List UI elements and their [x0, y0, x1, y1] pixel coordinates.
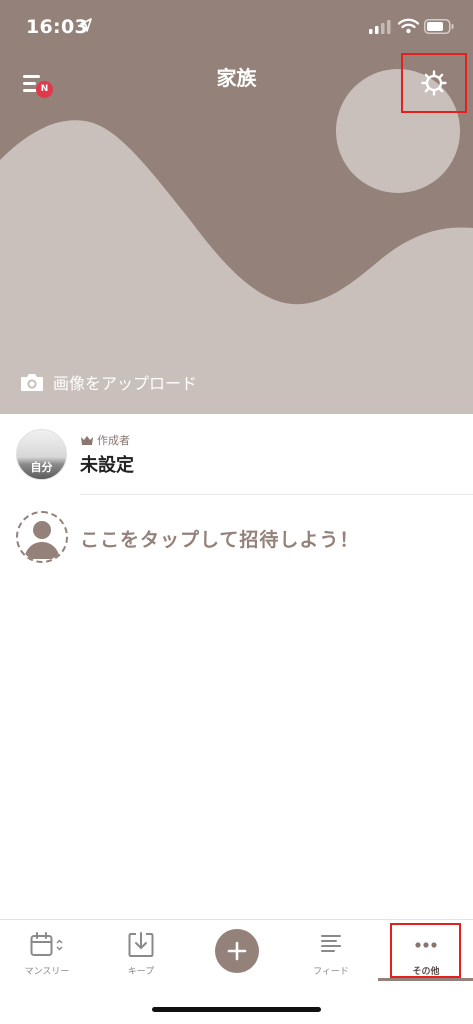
- tab-label: フィード: [313, 967, 349, 977]
- divider: [80, 494, 473, 495]
- tab-monthly[interactable]: マンスリー: [0, 920, 94, 982]
- tab-feed[interactable]: フィード: [284, 920, 378, 982]
- active-tab-indicator: [378, 978, 473, 981]
- more-icon: [415, 942, 437, 948]
- tab-label: その他: [412, 967, 440, 977]
- tab-more[interactable]: その他: [379, 920, 473, 982]
- camera-icon: [21, 374, 43, 391]
- battery-icon: [424, 19, 454, 34]
- download-icon: [128, 932, 154, 957]
- location-arrow-icon: [80, 18, 92, 32]
- upload-image-button[interactable]: 画像をアップロード: [20, 370, 197, 394]
- upload-image-label: 画像をアップロード: [53, 374, 198, 393]
- cellular-signal-icon: [369, 20, 391, 34]
- gear-icon: [421, 70, 447, 96]
- tab-label: マンスリー: [24, 967, 70, 977]
- wifi-icon: [398, 18, 419, 34]
- crown-icon: [81, 435, 93, 445]
- add-button[interactable]: [215, 929, 259, 973]
- invite-label: ここをタップして招待しよう！: [80, 529, 360, 551]
- cover-image-area[interactable]: 16:03 N 家族 画像をアップロード: [0, 0, 473, 414]
- status-bar: 16:03: [0, 0, 473, 56]
- role-label: 作成者: [97, 434, 130, 447]
- tab-label: キープ: [127, 967, 155, 977]
- plus-icon: [227, 941, 247, 961]
- creator-role: 作成者: [80, 432, 130, 448]
- list-icon: [321, 935, 341, 952]
- member-row[interactable]: 自分 作成者 未設定: [0, 414, 473, 496]
- home-indicator[interactable]: [152, 1007, 321, 1012]
- avatar-self-label: 自分: [30, 461, 53, 474]
- person-placeholder-icon: [16, 511, 68, 563]
- status-time: 16:03: [26, 16, 88, 38]
- invite-member-button[interactable]: ここをタップして招待しよう！: [0, 506, 473, 568]
- calendar-icon: [30, 932, 63, 956]
- member-name: 未設定: [80, 455, 134, 476]
- avatar: 自分: [16, 429, 67, 480]
- tab-keep[interactable]: キープ: [94, 920, 188, 982]
- settings-button[interactable]: [401, 53, 467, 113]
